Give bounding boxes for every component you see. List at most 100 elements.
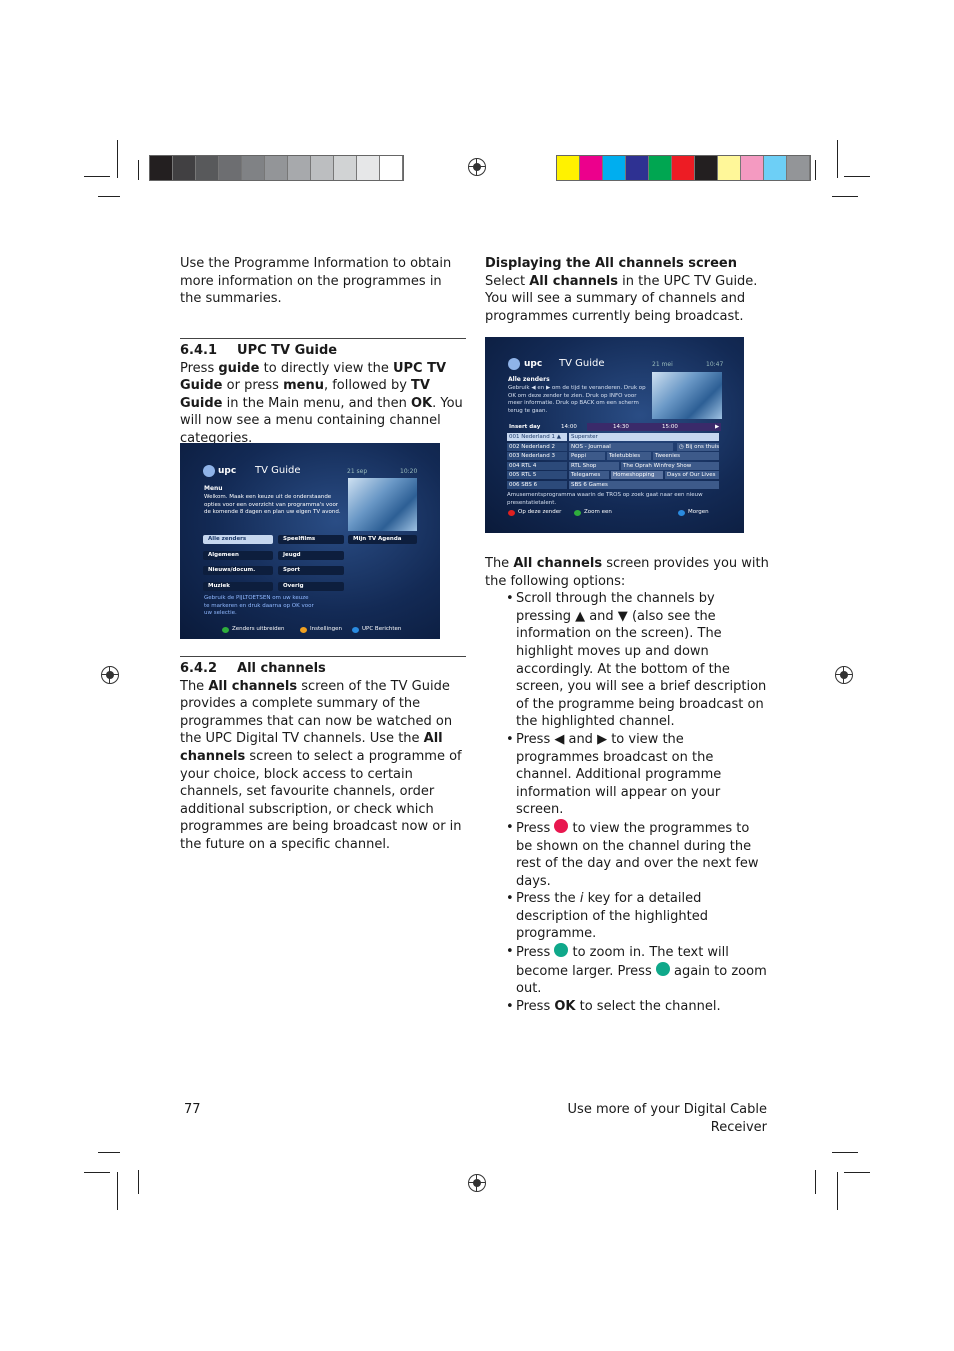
crop-mark	[844, 1172, 870, 1173]
crop-mark	[98, 1152, 120, 1153]
color-swatch	[787, 156, 810, 180]
programme-cell[interactable]: ◷ Bij ons thuis	[677, 442, 719, 451]
programme-cell[interactable]: Teletubbies	[607, 452, 651, 460]
timeline-header: Insert day 14:00 14:30 15:00 ▶	[507, 423, 721, 431]
section-divider	[180, 338, 466, 339]
option-item: Press to zoom in. The text will become l…	[506, 943, 768, 998]
channel-row[interactable]: 002 Nederland 2 NOS - Journaal ◷ Bij ons t…	[507, 442, 721, 451]
channel-name[interactable]: 005 RTL 5	[507, 471, 567, 479]
color-key-label: Instellingen	[310, 626, 342, 632]
color-calibration-bar	[556, 155, 811, 181]
menu-button[interactable]: Sport	[278, 566, 344, 575]
intro-paragraph: Select All channels in the UPC TV Guide.…	[485, 273, 758, 324]
menu-button[interactable]: Alle zenders	[203, 535, 273, 544]
menu-description: Welkom. Maak een keuze uit de onderstaan…	[204, 494, 341, 515]
screen-time: 10:20	[400, 468, 418, 475]
menu-button[interactable]: Overig	[278, 581, 344, 591]
color-swatch	[380, 156, 403, 180]
color-swatch	[626, 156, 649, 180]
page-number: 77	[184, 1102, 201, 1117]
programme-cell[interactable]: Days of Our Lives	[665, 471, 719, 479]
section-heading: 6.4.2 All channels	[180, 660, 465, 678]
section-body: The All channels screen of the TV Guide …	[180, 678, 462, 852]
color-key-label: Op deze zender	[518, 509, 562, 515]
channel-row[interactable]: 004 RTL 4 RTL Shop The Oprah Winfrey Show	[507, 461, 721, 470]
crop-mark	[815, 1170, 816, 1194]
color-key-icon	[300, 627, 307, 633]
programme-cell[interactable]: Telegames	[569, 471, 609, 479]
screen-description: Gebruik ◀ en ▶ om de tijd te veranderen.…	[508, 385, 646, 414]
programme-cell[interactable]: The Oprah Winfrey Show	[621, 461, 719, 470]
menu-button[interactable]: Nieuws/docum.	[203, 566, 273, 575]
color-key-icon	[222, 627, 229, 633]
screen-title: TV Guide	[559, 358, 605, 369]
options-intro: The All channels screen provides you wit…	[485, 556, 769, 589]
crop-mark	[832, 196, 858, 197]
navigation-hint: Gebruik de PIJLTOETSEN om uw keuze te ma…	[204, 595, 314, 616]
programme-cell[interactable]: NOS - Journaal	[569, 442, 673, 451]
section-6-4-2: 6.4.2 All channels The All channels scree…	[180, 660, 465, 854]
crop-mark	[815, 160, 816, 180]
screen-date: 21 sep	[347, 468, 368, 475]
color-swatch	[695, 156, 718, 180]
channel-row[interactable]: 005 RTL 5 Telegames Homeshopping Days of Ou…	[507, 471, 721, 479]
option-item: Scroll through the channels by pressing …	[506, 590, 768, 731]
menu-button[interactable]: Muziek	[203, 581, 273, 591]
all-channels-intro: Displaying the All channels screen Selec…	[485, 255, 775, 325]
color-swatch	[580, 156, 603, 180]
section-number: 6.4.2	[180, 661, 218, 676]
color-swatch	[764, 156, 787, 180]
programme-cell[interactable]: RTL Shop	[569, 461, 619, 470]
brand-label: upc	[218, 466, 237, 476]
option-item: Press OK to select the channel.	[506, 998, 768, 1016]
section-title: All channels	[237, 661, 326, 676]
color-swatch	[242, 156, 265, 180]
color-swatch	[196, 156, 219, 180]
screen-time: 10:47	[706, 361, 724, 368]
channel-name[interactable]: 004 RTL 4	[507, 461, 567, 470]
menu-button[interactable]: Jeugd	[278, 550, 344, 560]
color-key-icon	[508, 510, 515, 516]
channel-name[interactable]: 001 Nederland 1 ▲	[507, 433, 567, 441]
day-label: Insert day	[509, 424, 541, 430]
options-section: The All channels screen provides you wit…	[485, 555, 775, 1015]
programme-cell[interactable]: Homeshopping	[611, 471, 663, 479]
channel-name[interactable]: 003 Nederland 3	[507, 452, 567, 460]
color-swatch	[357, 156, 380, 180]
channel-name[interactable]: 002 Nederland 2	[507, 442, 567, 451]
color-swatch	[557, 156, 580, 180]
all-channels-screenshot: upc TV Guide 21 mei 10:47 Alle zenders G…	[485, 337, 744, 533]
menu-button[interactable]: Mijn TV Agenda	[348, 535, 417, 544]
tv-guide-menu-screenshot: upc TV Guide 21 sep 10:20 Menu Welkom. M…	[180, 443, 440, 639]
time-slot: 14:30	[613, 424, 629, 430]
time-bar	[587, 423, 721, 431]
color-swatch	[173, 156, 196, 180]
channel-row[interactable]: 003 Nederland 3 Peppi Teletubbies Tweenies	[507, 452, 721, 460]
crop-mark	[84, 176, 110, 177]
channel-name[interactable]: 006 SBS 6	[507, 480, 567, 489]
crop-mark	[117, 140, 118, 178]
programme-cell[interactable]: Peppi	[569, 452, 605, 460]
registration-mark-icon	[835, 666, 853, 684]
programme-cell[interactable]: Tweenies	[653, 452, 719, 460]
menu-button[interactable]: Speelfilms	[278, 535, 344, 544]
menu-button[interactable]: Algemeen	[203, 550, 273, 560]
option-item: Press the i key for a detailed descripti…	[506, 890, 768, 943]
surfer-preview-image	[652, 372, 722, 419]
option-item: Press ◀ and ▶ to view the programmes bro…	[506, 731, 768, 819]
crop-mark	[138, 160, 139, 180]
section-number: 6.4.1	[180, 343, 218, 358]
section-6-4-1: 6.4.1 UPC TV Guide Press guide to directl…	[180, 342, 465, 448]
crop-mark	[832, 1152, 858, 1153]
channel-row[interactable]: 006 SBS 6 SBS 6 Games	[507, 480, 721, 489]
registration-mark-icon	[468, 1174, 486, 1192]
color-swatch	[603, 156, 626, 180]
channel-row[interactable]: 001 Nederland 1 ▲ Superster	[507, 433, 721, 441]
programme-cell[interactable]: Superster	[569, 433, 719, 441]
menu-heading: Menu	[204, 485, 223, 492]
screen-date: 21 mei	[652, 361, 673, 368]
section-heading: 6.4.1 UPC TV Guide	[180, 342, 465, 360]
programme-cell[interactable]: SBS 6 Games	[569, 480, 719, 489]
screen-heading: Alle zenders	[508, 376, 550, 383]
color-swatch	[649, 156, 672, 180]
